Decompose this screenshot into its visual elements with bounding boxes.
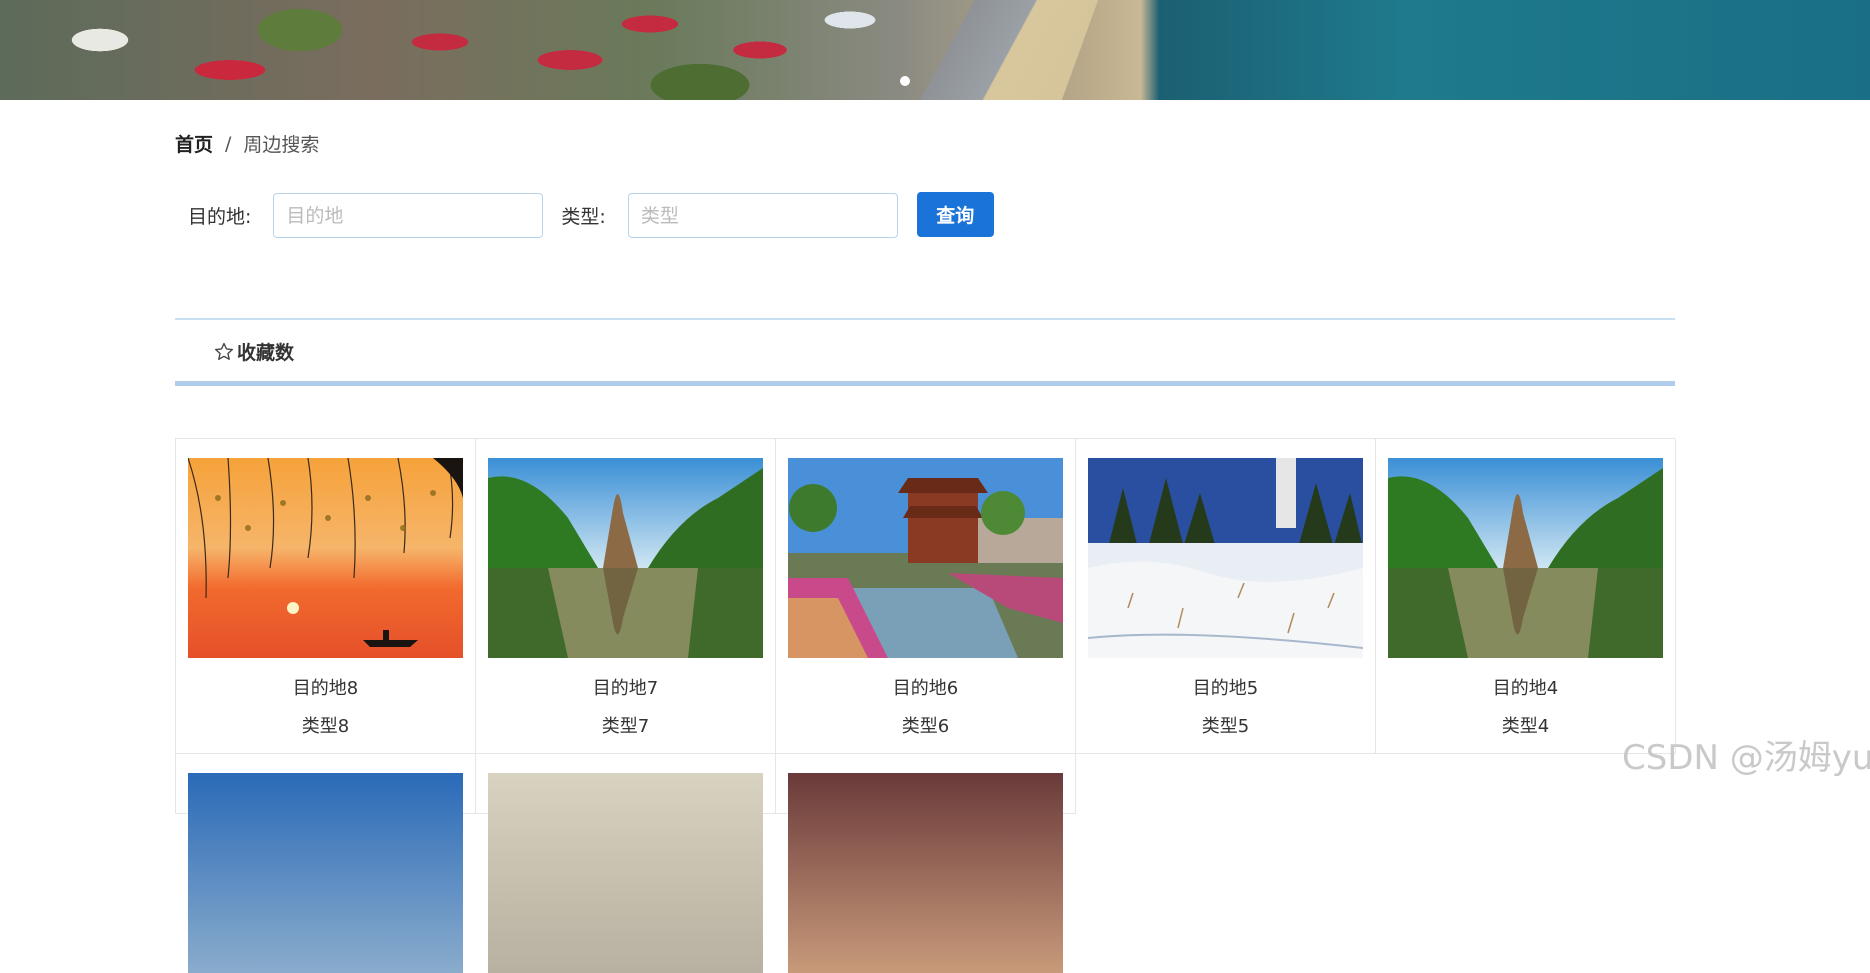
destination-card[interactable]: 目的地4 类型4 — [1376, 439, 1676, 754]
search-form: 目的地: 类型: 查询 — [188, 191, 994, 238]
breadcrumb: 首页 / 周边搜索 — [175, 130, 319, 157]
type-input[interactable] — [627, 193, 898, 238]
destination-label: 目的地: — [188, 206, 252, 228]
destination-card[interactable]: 目的地8 类型8 — [176, 439, 476, 754]
destination-image[interactable] — [1388, 458, 1663, 658]
destination-name[interactable]: 目的地7 — [476, 674, 775, 700]
destination-card[interactable]: 目的地6 类型6 — [776, 439, 1076, 754]
destination-card[interactable] — [776, 754, 1076, 973]
destination-image[interactable] — [1088, 458, 1363, 658]
destination-type: 类型7 — [601, 716, 650, 737]
destination-card[interactable]: 目的地5 类型5 — [1076, 439, 1376, 754]
destination-image[interactable] — [488, 458, 763, 658]
search-button[interactable]: 查询 — [916, 191, 994, 237]
destination-image[interactable] — [788, 458, 1063, 658]
destination-card[interactable] — [176, 754, 476, 973]
breadcrumb-current: 周边搜索 — [243, 134, 320, 156]
destination-name[interactable]: 目的地4 — [1376, 674, 1675, 700]
destination-name[interactable]: 目的地6 — [776, 674, 1075, 700]
star-outline-icon — [214, 342, 234, 360]
banner-carousel[interactable] — [0, 0, 1870, 100]
destination-type: 类型6 — [901, 716, 950, 737]
destination-image[interactable] — [188, 458, 463, 658]
sort-bar: 收藏数 — [175, 318, 1675, 386]
watermark: CSDN @汤姆yu — [1622, 738, 1870, 778]
sort-by-favorites-label: 收藏数 — [237, 342, 295, 364]
destination-type: 类型5 — [1201, 716, 1250, 737]
destination-type: 类型8 — [301, 716, 350, 737]
destination-image[interactable] — [788, 773, 1063, 973]
breadcrumb-home[interactable]: 首页 — [175, 130, 213, 157]
destination-input[interactable] — [273, 193, 544, 238]
breadcrumb-separator: / — [225, 132, 232, 155]
destination-name[interactable]: 目的地5 — [1076, 674, 1375, 700]
destination-card[interactable] — [476, 754, 776, 973]
sort-by-favorites[interactable]: 收藏数 — [213, 338, 294, 365]
type-label: 类型: — [561, 206, 606, 228]
destination-image[interactable] — [188, 773, 463, 973]
carousel-indicator-dot[interactable] — [900, 76, 910, 86]
destination-image[interactable] — [488, 773, 763, 973]
destination-card[interactable]: 目的地7 类型7 — [476, 439, 776, 754]
destination-grid: 目的地8 类型8 目的地7 类型7 目的地6 类型6 目的地5 类型5 目的地4… — [175, 438, 1676, 973]
destination-name[interactable]: 目的地8 — [176, 674, 475, 700]
banner-image-town — [0, 0, 1000, 100]
